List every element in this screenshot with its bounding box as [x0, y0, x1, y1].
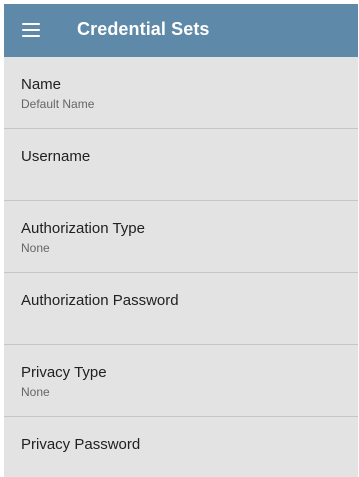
app-bar: Credential Sets — [4, 4, 358, 57]
field-label: Privacy Type — [21, 364, 107, 381]
field-row-authorization-type[interactable]: Authorization Type None — [4, 201, 358, 273]
field-row-privacy-password[interactable]: Privacy Password — [4, 417, 358, 477]
field-label: Username — [21, 148, 91, 165]
field-value: None — [21, 241, 50, 255]
field-row-authorization-password[interactable]: Authorization Password — [4, 273, 358, 345]
field-label: Authorization Type — [21, 220, 145, 237]
field-row-username[interactable]: Username — [4, 129, 358, 201]
hamburger-menu-icon[interactable] — [22, 23, 40, 37]
field-label: Privacy Password — [21, 436, 141, 453]
field-value: Default Name — [21, 97, 95, 111]
field-label: Authorization Password — [21, 292, 179, 309]
credential-fields-list: Name Default Name Username Authorization… — [4, 57, 358, 477]
field-row-privacy-type[interactable]: Privacy Type None — [4, 345, 358, 417]
page-title: Credential Sets — [77, 19, 210, 39]
field-value: None — [21, 385, 50, 399]
screen: Credential Sets Name Default Name Userna… — [4, 4, 358, 477]
field-row-name[interactable]: Name Default Name — [4, 57, 358, 129]
field-label: Name — [21, 76, 62, 93]
